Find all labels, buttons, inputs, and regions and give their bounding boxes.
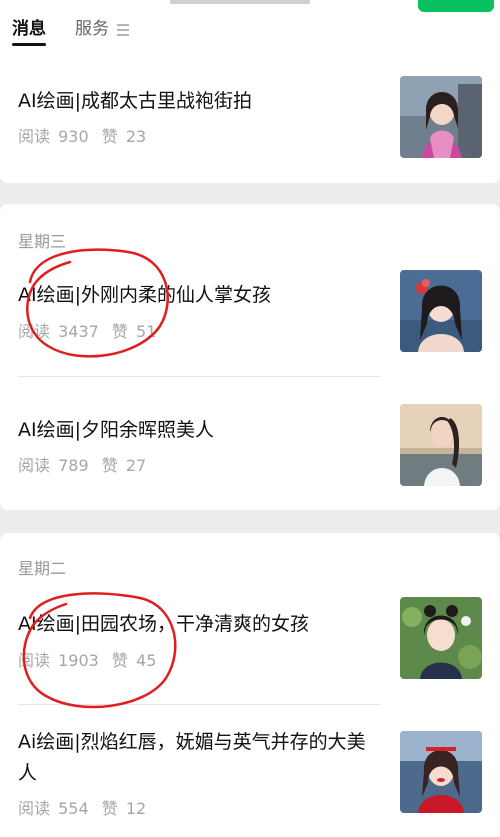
- article-thumbnail[interactable]: [400, 270, 482, 352]
- article-stats: 阅读 930 赞 23: [18, 123, 146, 147]
- tab-messages[interactable]: 消息: [12, 18, 46, 46]
- article-thumbnail[interactable]: [400, 731, 482, 813]
- read-count: 1903: [58, 651, 99, 670]
- article-title: AI绘画|田园农场，干净清爽的女孩: [18, 613, 310, 635]
- read-count: 554: [58, 799, 89, 818]
- message-card: 星期三 AI绘画|外刚内柔的仙人掌女孩 阅读 3437 赞 51 AI绘画|夕阳…: [0, 204, 500, 510]
- top-bar: 消息 服务: [0, 0, 500, 50]
- read-label: 阅读: [18, 322, 51, 341]
- tab-services-label: 服务: [75, 19, 109, 39]
- article-item[interactable]: AI绘画|田园农场，干净清爽的女孩 阅读 1903 赞 45: [0, 585, 500, 705]
- like-label: 赞: [111, 322, 128, 341]
- read-count: 3437: [58, 322, 99, 341]
- like-count: 27: [125, 456, 147, 475]
- like-label: 赞: [111, 651, 128, 670]
- article-stats: 阅读 554 赞 12: [18, 795, 146, 819]
- article-thumbnail[interactable]: [400, 404, 482, 486]
- active-tab-underline: [12, 43, 46, 46]
- message-card: 星期二 AI绘画|田园农场，干净清爽的女孩 阅读 1903 赞 45 Ai绘画|…: [0, 533, 500, 837]
- read-label: 阅读: [18, 651, 51, 670]
- read-label: 阅读: [18, 799, 51, 818]
- cropped-page-title: [170, 0, 310, 4]
- like-count: 45: [136, 651, 157, 670]
- article-item[interactable]: AI绘画|夕阳余晖照美人 阅读 789 赞 27: [0, 377, 500, 510]
- like-label: 赞: [101, 799, 118, 818]
- like-label: 赞: [101, 127, 118, 146]
- article-thumbnail[interactable]: [400, 597, 482, 679]
- article-stats: 阅读 789 赞 27: [18, 452, 146, 476]
- read-count: 930: [58, 127, 89, 146]
- article-title: AI绘画|外刚内柔的仙人掌女孩: [18, 284, 272, 306]
- article-title: AI绘画|夕阳余晖照美人: [18, 419, 215, 441]
- message-card: AI绘画|成都太古里战袍街拍 阅读 930 赞 23: [0, 50, 500, 183]
- article-stats: 阅读 1903 赞 45: [18, 647, 156, 671]
- article-stats: 阅读 3437 赞 51: [18, 318, 156, 342]
- follow-button[interactable]: [418, 0, 494, 12]
- like-count: 23: [125, 127, 147, 146]
- tab-messages-label: 消息: [12, 19, 46, 39]
- tab-services[interactable]: 服务: [75, 18, 109, 40]
- article-title: AI绘画|成都太古里战袍街拍: [18, 90, 253, 112]
- article-title: Ai绘画|烈焰红唇，妩媚与英气并存的大美人: [18, 731, 366, 784]
- article-item[interactable]: Ai绘画|烈焰红唇，妩媚与英气并存的大美人 阅读 554 赞 12: [0, 705, 500, 837]
- article-thumbnail[interactable]: [400, 76, 482, 158]
- like-count: 12: [125, 799, 147, 818]
- article-item[interactable]: AI绘画|外刚内柔的仙人掌女孩 阅读 3437 赞 51: [0, 258, 500, 378]
- menu-icon[interactable]: [117, 24, 129, 36]
- read-label: 阅读: [18, 456, 51, 475]
- day-label: 星期三: [18, 232, 67, 251]
- like-label: 赞: [101, 456, 118, 475]
- read-count: 789: [58, 456, 89, 475]
- official-account-message-page: 消息 服务 AI绘画|成都太古里战袍街拍 阅读 930 赞 23 星期三 AI绘…: [0, 0, 500, 837]
- read-label: 阅读: [18, 127, 51, 146]
- like-count: 51: [136, 322, 157, 341]
- day-label: 星期二: [18, 559, 67, 578]
- article-item[interactable]: AI绘画|成都太古里战袍街拍 阅读 930 赞 23: [0, 50, 500, 183]
